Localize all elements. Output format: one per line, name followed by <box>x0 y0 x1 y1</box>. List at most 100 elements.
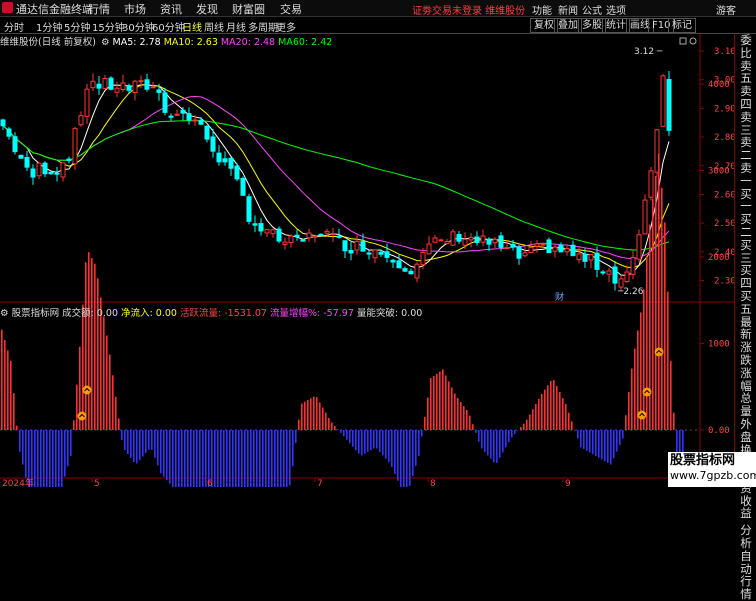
candle-body <box>636 234 642 260</box>
candle-body <box>48 171 54 175</box>
side-sell4[interactable]: 卖四 <box>735 85 756 111</box>
side-buy3[interactable]: 买三 <box>735 238 756 265</box>
date-axis-label: 7 <box>317 479 323 487</box>
indicator-bar <box>511 430 513 438</box>
indicator-bar <box>199 430 201 487</box>
candle-body <box>42 162 48 175</box>
indicator-bar <box>34 430 36 487</box>
indicator-bar <box>337 429 339 430</box>
indicator-bar <box>1 329 3 430</box>
indicator-bar <box>271 430 273 487</box>
indicator-bar <box>127 430 129 454</box>
side-change-pct[interactable]: 涨幅 <box>735 366 756 393</box>
candle-body <box>600 271 606 274</box>
candle-body <box>66 158 72 161</box>
side-auto[interactable]: 自动 <box>735 550 756 576</box>
indicator-bar <box>550 380 552 430</box>
indicator-bar <box>166 430 168 481</box>
indicator-bar <box>316 397 318 430</box>
indicator-bar <box>277 430 279 487</box>
candle-body <box>444 241 450 245</box>
indicator-bar <box>610 430 612 465</box>
candle-body <box>336 235 342 238</box>
candle-body <box>240 177 246 196</box>
candle-body <box>264 228 270 234</box>
candle-body <box>630 256 636 275</box>
indicator-bar <box>382 430 384 456</box>
indicator-bar <box>331 422 333 430</box>
ma5-legend: MA5: 2.78 <box>112 37 161 48</box>
indicator-bar <box>451 387 453 430</box>
indicator-bar <box>577 430 579 439</box>
indicator-bar <box>325 412 327 430</box>
indicator-bar <box>106 335 108 430</box>
watermark-title: 股票指标网 <box>670 453 736 468</box>
breakout-signal-icon <box>82 385 92 395</box>
indicator-bar <box>415 430 417 466</box>
candle-body <box>24 156 30 168</box>
side-sell5[interactable]: 卖五 <box>735 59 756 86</box>
indicator-bar <box>604 430 606 462</box>
indicator-bar <box>355 430 357 451</box>
indicator-bar <box>184 430 186 487</box>
indicator-bar <box>457 398 459 430</box>
kline-chart[interactable]: 3.103.002.902.802.702.602.502.402.304000… <box>0 0 756 487</box>
indicator-bar <box>460 402 462 430</box>
legend-tupo: 量能突破: 0.00 <box>356 308 423 319</box>
side-quote[interactable]: 行情 <box>735 575 756 601</box>
indicator-bar <box>607 430 609 463</box>
candle-body <box>588 254 594 261</box>
indicator-settings-icon[interactable]: ⚙ <box>0 308 9 319</box>
candle-body <box>192 119 198 122</box>
side-buy5[interactable]: 买五 <box>735 290 756 316</box>
side-analysis[interactable]: 分析 <box>735 524 756 550</box>
candle-body <box>384 251 390 258</box>
indicator-bar <box>148 430 150 450</box>
side-change[interactable]: 涨跌 <box>735 341 756 367</box>
legend-chengjiaoe: 成交额: 0.00 <box>62 308 119 319</box>
candle-body <box>162 92 168 113</box>
breakout-signal-icon <box>654 347 664 357</box>
side-buy4[interactable]: 买四 <box>735 264 756 290</box>
side-outer[interactable]: 外盘 <box>735 418 756 444</box>
indicator-bar <box>340 430 342 433</box>
indicator-bar <box>163 430 165 477</box>
indicator-bar <box>115 396 117 430</box>
candle-body <box>252 223 258 226</box>
side-latest[interactable]: 最新 <box>735 315 756 342</box>
side-sell1[interactable]: 卖一 <box>735 162 756 188</box>
side-sell2[interactable]: 卖二 <box>735 136 756 162</box>
indicator-bar <box>406 430 408 487</box>
price-tick-label: 2.60 <box>714 190 736 200</box>
side-weibi[interactable]: 委比 <box>735 34 756 60</box>
indicator-bar <box>187 430 189 487</box>
indicator-bar <box>589 430 591 453</box>
candle-body <box>312 235 318 238</box>
candle-body <box>30 168 36 178</box>
indicator-bar <box>130 430 132 458</box>
indicator-bar <box>403 430 405 487</box>
indicator-bar <box>445 375 447 430</box>
indicator-bar <box>487 430 489 456</box>
indicator-name[interactable]: 股票指标网 <box>12 308 60 319</box>
indicator-bar <box>388 430 390 463</box>
legend-zengfu: 流量增幅%: -57.97 <box>269 308 354 319</box>
side-volume[interactable]: 总量 <box>735 392 756 418</box>
candle-body <box>450 231 456 246</box>
side-sell3[interactable]: 卖三 <box>735 110 756 137</box>
candle-body <box>372 249 378 259</box>
indicator-legend: ⚙ 股票指标网 成交额: 0.00 净流入: 0.00 活跃流量: -1531.… <box>0 305 422 319</box>
indicator-tick-label: 4000 <box>708 80 730 90</box>
candle-body <box>216 152 222 163</box>
settings-icon[interactable]: ⚙ <box>101 37 110 48</box>
indicator-bar <box>40 430 42 487</box>
indicator-bar <box>646 257 648 430</box>
side-buy1[interactable]: 买一 <box>735 187 756 214</box>
legend-jingliuru: 净流入: 0.00 <box>121 308 177 319</box>
indicator-bar <box>424 417 426 430</box>
side-earnings[interactable]: 收益 <box>735 494 756 521</box>
price-tick-label: 2.80 <box>714 133 736 143</box>
finance-marker: 财 <box>555 291 564 303</box>
indicator-tick-label: 2000 <box>708 253 730 263</box>
side-buy2[interactable]: 买二 <box>735 213 756 239</box>
